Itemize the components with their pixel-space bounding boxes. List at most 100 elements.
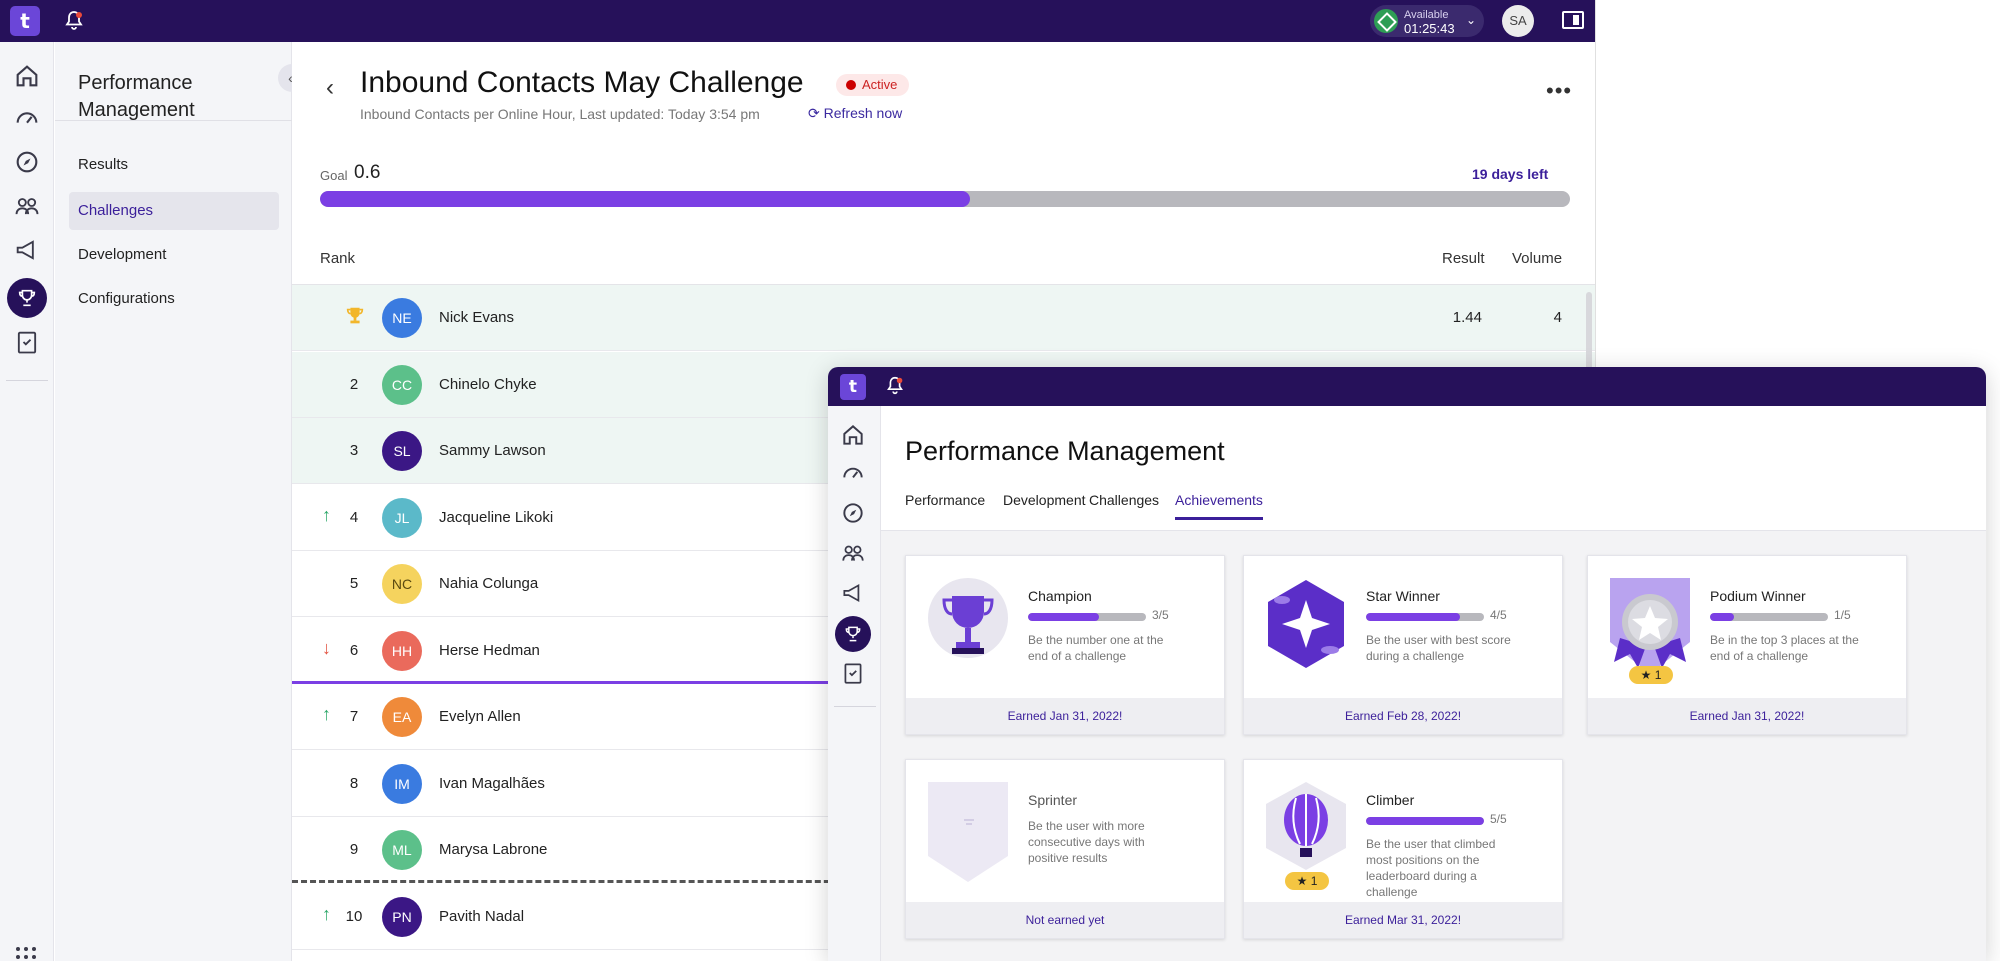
achievement-progress-bar [1366, 613, 1484, 621]
goal-value: 0.6 [354, 162, 381, 183]
medal-icon [1610, 578, 1690, 674]
achievements-window: t Performance Management Performance Dev… [828, 367, 1986, 961]
top-bar: t Available 01:25:43 ⌄ SA [0, 0, 1595, 42]
app-logo[interactable]: t [10, 6, 40, 36]
team-icon[interactable] [13, 192, 41, 220]
status-badge: Active [836, 74, 910, 96]
achievement-earned-date: Earned Jan 31, 2022! [906, 698, 1224, 734]
column-header-volume[interactable]: Volume [1512, 250, 1562, 267]
nav-item-results[interactable]: Results [69, 146, 279, 184]
avatar: SL [382, 431, 422, 471]
apps-grid-icon[interactable] [16, 947, 36, 961]
achievement-status: Not earned yet [906, 902, 1224, 938]
participant-name: Sammy Lawson [439, 442, 546, 459]
overlay-icon-rail [828, 406, 881, 961]
gauge-icon[interactable] [13, 104, 41, 132]
gauge-icon[interactable] [840, 460, 866, 486]
rank-number: 7 [349, 708, 359, 725]
challenge-progress-bar [320, 191, 1570, 207]
tab-performance[interactable]: Performance [905, 492, 985, 520]
achievement-name: Climber [1366, 792, 1415, 808]
home-icon[interactable] [13, 62, 41, 90]
refresh-icon: ⟳ [808, 105, 820, 121]
achievement-progress-fill [1028, 613, 1099, 621]
days-left: 19 days left [1472, 166, 1549, 182]
rank-number: 9 [349, 841, 359, 858]
participant-name: Ivan Magalhães [439, 774, 545, 792]
back-arrow-icon[interactable]: ‹ [326, 74, 334, 102]
user-avatar[interactable]: SA [1502, 5, 1534, 37]
nav-item-configurations[interactable]: Configurations [69, 280, 279, 318]
participant-name: Pavith Nadal [439, 907, 525, 925]
home-icon[interactable] [840, 422, 866, 448]
avatar: NC [382, 564, 422, 604]
app-logo[interactable]: t [840, 374, 866, 400]
achievement-card-podium-winner[interactable]: ★ 1 Podium Winner 1/5 Be in the top 3 pl… [1587, 555, 1907, 735]
participant-name: Chinelo Chyke [439, 375, 537, 393]
tab-development[interactable]: Development [1003, 492, 1086, 520]
achievement-progress-bar [1028, 613, 1146, 621]
achievements-grid: Champion 3/5 Be the number one at the en… [881, 531, 1986, 961]
participant-name: Marysa Labrone [439, 841, 548, 858]
achievement-name: Podium Winner [1710, 588, 1806, 604]
side-panel-icon[interactable] [1562, 11, 1584, 29]
achievement-count: 4/5 [1490, 608, 1507, 622]
participant-name: Evelyn Allen [439, 708, 521, 725]
trophy-nav-icon[interactable] [7, 278, 47, 318]
tab-achievements[interactable]: Achievements [1175, 492, 1263, 520]
column-header-result[interactable]: Result [1442, 250, 1485, 267]
nav-item-challenges[interactable]: Challenges [69, 192, 279, 230]
overlay-page-title: Performance Management [905, 436, 1225, 466]
refresh-now-link[interactable]: ⟳ Refresh now [808, 105, 902, 122]
achievement-card-star-winner[interactable]: Star Winner 4/5 Be the user with best sc… [1243, 555, 1563, 735]
table-row[interactable]: NE Nick Evans 1.44 4 [292, 285, 1595, 351]
overlay-header: Performance Management Performance Devel… [881, 406, 1986, 531]
column-header-rank[interactable]: Rank [320, 250, 355, 267]
achievement-earned-date: Earned Jan 31, 2022! [1588, 698, 1906, 734]
clipboard-check-icon[interactable] [840, 660, 866, 686]
sidenav-title: Performance Management [78, 72, 195, 121]
avatar: EA [382, 697, 422, 737]
compass-icon[interactable] [13, 148, 41, 176]
achievement-level-badge: ★ 1 [1629, 666, 1673, 684]
achievement-description: Be the number one at the end of a challe… [1028, 633, 1164, 663]
rail-divider [834, 706, 876, 707]
achievement-description: Be the user that climbed most positions … [1366, 837, 1496, 899]
nav-item-development[interactable]: Development [69, 236, 279, 274]
trophy-nav-icon[interactable] [835, 616, 871, 652]
achievement-card-climber[interactable]: ★ 1 Climber 5/5 Be the user that climbed… [1243, 759, 1563, 939]
result-value: 1.44 [1452, 309, 1482, 326]
trend-up-arrow-icon: ↑ [322, 504, 331, 525]
more-options-icon[interactable]: ••• [1546, 78, 1572, 104]
compass-icon[interactable] [840, 500, 866, 526]
avatar: ML [382, 830, 422, 870]
achievement-earned-date: Earned Mar 31, 2022! [1244, 902, 1562, 938]
achievement-progress-bar [1366, 817, 1484, 825]
trend-down-arrow-icon: ↓ [322, 637, 331, 658]
rank-number: 4 [349, 508, 359, 526]
gold-trophy-icon [346, 307, 364, 324]
megaphone-icon[interactable] [13, 236, 41, 264]
megaphone-icon[interactable] [840, 580, 866, 606]
team-icon[interactable] [840, 540, 866, 566]
avatar: NE [382, 298, 422, 338]
tab-challenges[interactable]: Challenges [1089, 492, 1159, 520]
icon-rail [0, 42, 54, 961]
avatar: PN [382, 896, 422, 937]
achievement-count: 3/5 [1152, 608, 1169, 622]
avatar: IM [382, 763, 422, 804]
achievement-count: 1/5 [1834, 608, 1851, 622]
achievement-card-sprinter[interactable]: Sprinter Be the user with more consecuti… [905, 759, 1225, 939]
rail-divider [6, 380, 48, 381]
avatar: HH [382, 630, 422, 671]
availability-status[interactable]: Available 01:25:43 ⌄ [1370, 5, 1484, 37]
trend-up-arrow-icon: ↑ [322, 704, 331, 724]
achievement-card-champion[interactable]: Champion 3/5 Be the number one at the en… [905, 555, 1225, 735]
avatar: CC [382, 364, 422, 405]
clipboard-check-icon[interactable] [13, 328, 41, 356]
balloon-icon [1266, 782, 1346, 870]
notification-bell-icon[interactable] [62, 9, 86, 33]
rank-number: 5 [349, 575, 359, 592]
page-title: Inbound Contacts May Challenge [360, 66, 804, 99]
notification-bell-icon[interactable] [884, 375, 906, 397]
